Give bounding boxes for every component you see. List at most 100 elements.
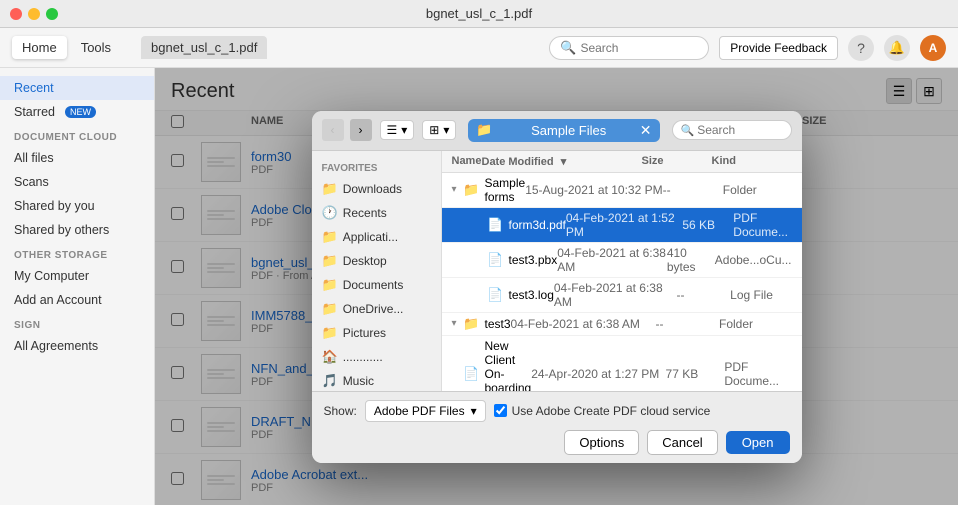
- modal-file-row[interactable]: ▾ 📁 test3 04-Feb-2021 at 6:38 AM -- Fold…: [442, 313, 802, 336]
- modal-file-row[interactable]: 📄 test3.log 04-Feb-2021 at 6:38 AM -- Lo…: [442, 278, 802, 313]
- modal-sidebar-onedrive[interactable]: 📁 OneDrive...: [312, 297, 441, 321]
- sidebar: Recent Starred NEW Document Cloud All fi…: [0, 68, 155, 505]
- modal-sidebar-documents[interactable]: 📁 Documents: [312, 273, 441, 297]
- modal-sidebar-applications[interactable]: 📁 Applicati...: [312, 225, 441, 249]
- forward-button[interactable]: ›: [350, 119, 372, 141]
- modal-sidebar-downloads[interactable]: 📁 Downloads: [312, 177, 441, 201]
- col-size[interactable]: Size: [642, 155, 712, 168]
- modal-file-date: 04-Feb-2021 at 6:38 AM: [511, 317, 656, 331]
- avatar[interactable]: A: [920, 35, 946, 61]
- modal-sidebar-recents[interactable]: 🕐 Recents: [312, 201, 441, 225]
- sidebar-item-add-account[interactable]: Add an Account: [0, 288, 154, 312]
- modal-sidebar-music[interactable]: 🎵 Music: [312, 369, 441, 391]
- feedback-button[interactable]: Provide Feedback: [719, 36, 838, 60]
- cloud-service-checkbox[interactable]: [494, 404, 507, 417]
- folder-icon: 📁: [463, 316, 479, 332]
- sidebar-item-scans[interactable]: Scans: [0, 170, 154, 194]
- columns-dropdown[interactable]: ⊞ ▾: [422, 120, 456, 140]
- toolbar-search[interactable]: 🔍: [549, 36, 709, 60]
- modal-file-name: Sample forms: [485, 176, 526, 204]
- modal-file-kind: PDF Docume...: [733, 211, 791, 239]
- search-icon: 🔍: [560, 40, 576, 56]
- sidebar-item-recent[interactable]: Recent: [0, 76, 154, 100]
- sidebar-item-label: Starred: [14, 105, 55, 119]
- modal-file-kind: Folder: [719, 317, 792, 331]
- file-row-content: ▾ 📁 test3: [452, 316, 511, 332]
- sidebar-item-label: ............: [343, 350, 383, 364]
- question-icon: ?: [857, 40, 865, 56]
- nav-home[interactable]: Home: [12, 36, 67, 59]
- notifications-button[interactable]: 🔔: [884, 35, 910, 61]
- sidebar-item-all-files[interactable]: All files: [0, 146, 154, 170]
- open-file-dialog: ‹ › ☰ ▾ ⊞ ▾ 📁 Sample Files ✕: [312, 111, 802, 463]
- sidebar-item-label: Documents: [343, 278, 404, 292]
- col-name[interactable]: Name: [452, 155, 482, 168]
- favorites-section-label: Favorites: [312, 155, 441, 177]
- search-input[interactable]: [580, 41, 700, 55]
- col-kind[interactable]: Kind: [712, 155, 792, 168]
- modal-file-size: --: [663, 183, 723, 197]
- modal-body: Favorites 📁 Downloads 🕐 Recents 📁 Applic…: [312, 151, 802, 391]
- help-button[interactable]: ?: [848, 35, 874, 61]
- show-label: Show:: [324, 404, 357, 418]
- folder-icon: 📁: [322, 181, 338, 197]
- modal-file-row[interactable]: 📄 form3d.pdf 04-Feb-2021 at 1:52 PM 56 K…: [442, 208, 802, 243]
- modal-file-date: 04-Feb-2021 at 6:38 AM: [557, 246, 667, 274]
- modal-sidebar-home[interactable]: 🏠 ............: [312, 345, 441, 369]
- sidebar-item-all-agreements[interactable]: All Agreements: [0, 334, 154, 358]
- open-button[interactable]: Open: [726, 431, 790, 454]
- sidebar-item-label: All files: [14, 151, 54, 165]
- modal-sidebar-pictures[interactable]: 📁 Pictures: [312, 321, 441, 345]
- modal-search-input[interactable]: [697, 123, 782, 137]
- maximize-button[interactable]: [46, 8, 58, 20]
- modal-file-row[interactable]: ▾ 📁 Sample forms 15-Aug-2021 at 10:32 PM…: [442, 173, 802, 208]
- format-select[interactable]: Adobe PDF Files ▾: [365, 400, 486, 422]
- view-dropdown[interactable]: ☰ ▾: [380, 120, 415, 140]
- file-type-icon: 📁: [464, 316, 480, 332]
- col-date[interactable]: Date Modified ▾: [482, 155, 642, 168]
- cloud-service-checkbox-row: Use Adobe Create PDF cloud service: [494, 404, 711, 418]
- toolbar-tab[interactable]: bgnet_usl_c_1.pdf: [141, 36, 267, 59]
- location-bar[interactable]: 📁 Sample Files ✕: [468, 119, 659, 142]
- file-row-content: ▾ 📁 Sample forms: [452, 176, 526, 204]
- folder-icon: 📁: [463, 182, 479, 198]
- sidebar-item-my-computer[interactable]: My Computer: [0, 264, 154, 288]
- sidebar-item-label: Music: [343, 374, 374, 388]
- close-button[interactable]: [10, 8, 22, 20]
- modal-footer-row2: Options Cancel Open: [324, 430, 790, 455]
- modal-file-row[interactable]: 📄 test3.pbx 04-Feb-2021 at 6:38 AM 410 b…: [442, 243, 802, 278]
- nav-tools[interactable]: Tools: [71, 36, 121, 59]
- modal-search[interactable]: 🔍: [672, 120, 792, 140]
- file-row-content: 📄 test3.pbx: [452, 252, 558, 268]
- modal-toolbar: ‹ › ☰ ▾ ⊞ ▾ 📁 Sample Files ✕: [312, 111, 802, 151]
- content-area: Recent ☰ ⊞ Name Sharing Opened Size: [155, 68, 958, 505]
- file-row-content: 📄 form3d.pdf: [452, 217, 566, 233]
- modal-file-kind: Log File: [730, 288, 791, 302]
- sidebar-item-shared-by-others[interactable]: Shared by others: [0, 218, 154, 242]
- sidebar-item-label: Shared by others: [14, 223, 109, 237]
- pdf-icon: 📄: [463, 366, 479, 382]
- sidebar-item-label: Recent: [14, 81, 54, 95]
- sidebar-item-starred[interactable]: Starred NEW: [0, 100, 154, 124]
- clock-icon: 🕐: [322, 205, 338, 221]
- file-type-icon: 📁: [464, 182, 480, 198]
- modal-file-name: New Client On-boarding (1).pdf: [485, 339, 532, 391]
- toolbar-nav: Home Tools: [12, 36, 121, 59]
- modal-file-name: test3.pbx: [509, 253, 558, 267]
- folder-icon: 📁: [322, 301, 338, 317]
- modal-file-row[interactable]: 📄 New Client On-boarding (1).pdf 24-Apr-…: [442, 336, 802, 391]
- modal-file-date: 04-Feb-2021 at 1:52 PM: [566, 211, 682, 239]
- modal-file-header: Name Date Modified ▾ Size Kind: [442, 151, 802, 173]
- minimize-button[interactable]: [28, 8, 40, 20]
- modal-sidebar-desktop[interactable]: 📁 Desktop: [312, 249, 441, 273]
- home-icon: 🏠: [322, 349, 338, 365]
- sidebar-item-label: All Agreements: [14, 339, 98, 353]
- location-clear-button[interactable]: ✕: [640, 122, 652, 139]
- modal-file-kind: Adobe...oCu...: [715, 253, 792, 267]
- cancel-button[interactable]: Cancel: [647, 430, 717, 455]
- back-button[interactable]: ‹: [322, 119, 344, 141]
- window-title: bgnet_usl_c_1.pdf: [426, 6, 532, 21]
- sidebar-item-shared-by-you[interactable]: Shared by you: [0, 194, 154, 218]
- options-button[interactable]: Options: [564, 430, 639, 455]
- folder-icon: 📁: [322, 229, 338, 245]
